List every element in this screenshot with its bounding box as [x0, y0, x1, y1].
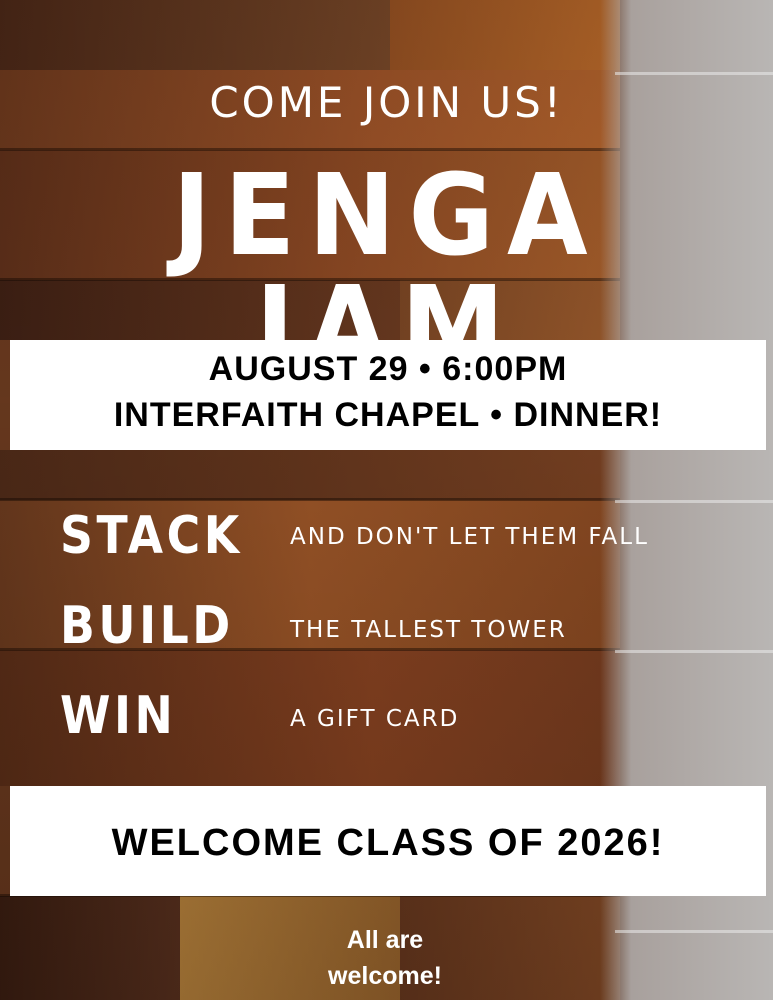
event-info-panel: AUGUST 29 • 6:00PM INTERFAITH CHAPEL • D…: [10, 340, 766, 450]
gray-block-seam: [615, 930, 773, 933]
welcome-panel: WELCOME CLASS OF 2026!: [10, 786, 766, 896]
gray-block-seam: [615, 72, 773, 75]
tagline: COME JOIN US!: [209, 78, 564, 127]
event-location: INTERFAITH CHAPEL • DINNER!: [113, 396, 663, 434]
activity-word-build: BUILD: [60, 596, 234, 656]
gray-block-seam: [615, 650, 773, 653]
footer-note: All are welcome!: [290, 922, 480, 994]
activity-word-stack: STACK: [60, 506, 243, 566]
footer-line-1: All are: [346, 926, 424, 954]
welcome-message: WELCOME CLASS OF 2026!: [111, 822, 665, 864]
activity-desc-stack: AND DON'T LET THEM FALL: [290, 524, 649, 550]
gray-block-seam: [615, 500, 773, 503]
activity-desc-win: A GIFT CARD: [290, 706, 460, 732]
flyer: COME JOIN US! JENGA JAM AUGUST 29 • 6:00…: [0, 0, 773, 1000]
event-date-time: AUGUST 29 • 6:00PM: [208, 350, 568, 388]
activity-desc-build: THE TALLEST TOWER: [290, 617, 567, 643]
activity-word-win: WIN: [60, 686, 177, 746]
footer-line-2: welcome!: [328, 962, 442, 990]
